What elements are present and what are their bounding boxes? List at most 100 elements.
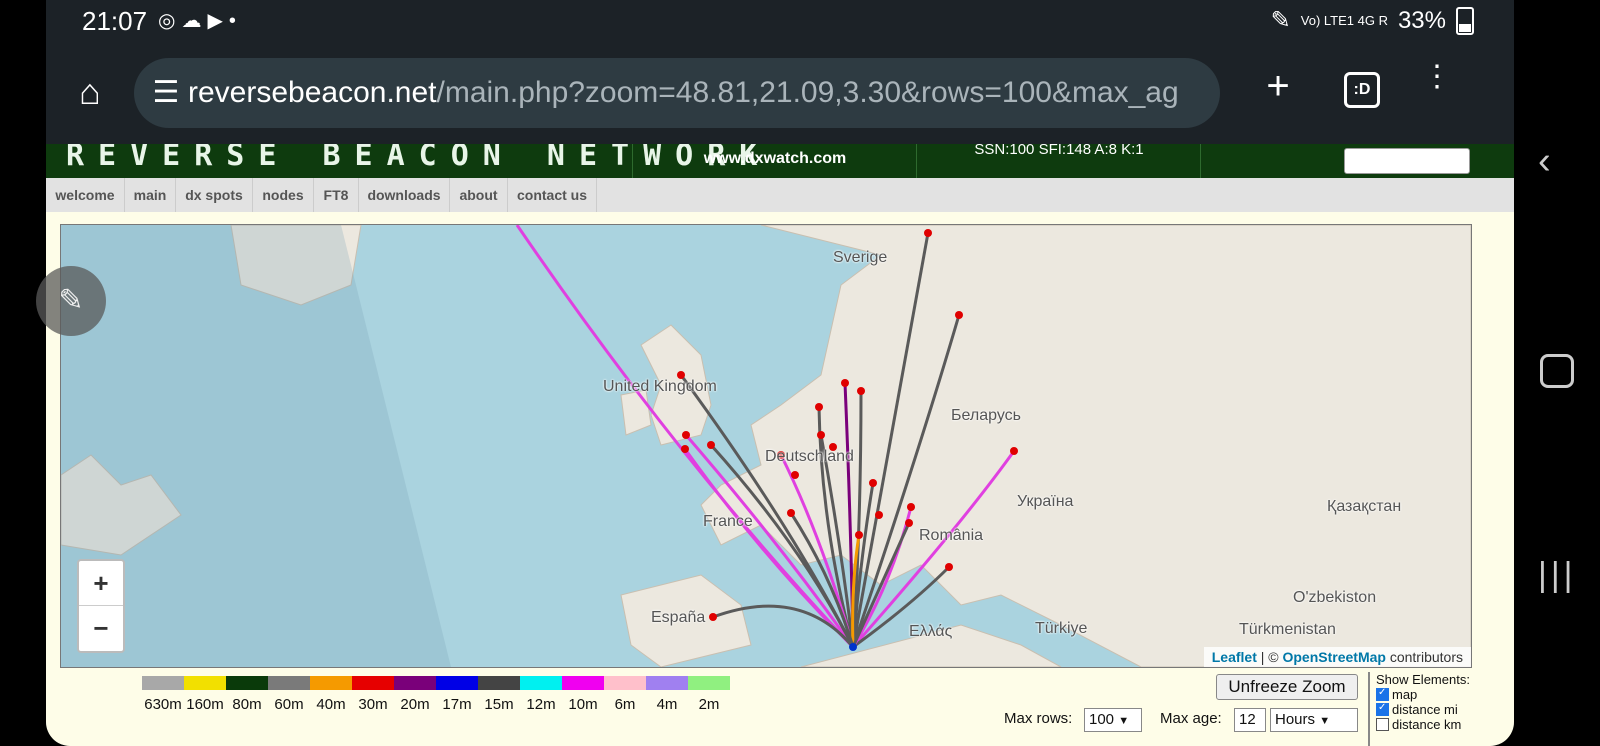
band-label-20m: 20m <box>400 696 430 713</box>
band-label-17m: 17m <box>442 696 472 713</box>
spot-marker[interactable] <box>681 445 689 453</box>
label-sverige: Sverige <box>833 249 888 266</box>
distance-mi-checkbox[interactable] <box>1376 702 1389 716</box>
label-turkmenistan: Türkmenistan <box>1239 621 1336 638</box>
max-age-unit-select[interactable]: Hours ▼ <box>1270 708 1358 732</box>
unfreeze-zoom-button[interactable]: Unfreeze Zoom <box>1216 674 1358 700</box>
home-station-marker[interactable] <box>849 643 857 651</box>
label-belarus: Беларусь <box>951 407 1021 424</box>
band-swatch-60m <box>268 676 310 690</box>
spots-map[interactable]: Sverige United Kingdom Беларусь Deutschl… <box>60 224 1472 668</box>
nav-welcome[interactable]: welcome <box>46 178 125 212</box>
banner-search-input[interactable] <box>1344 148 1470 174</box>
map-checkbox[interactable] <box>1376 687 1389 701</box>
spot-marker[interactable] <box>682 431 690 439</box>
youtube-icon: ▶ <box>207 10 229 32</box>
zoom-out-button[interactable]: − <box>79 606 123 650</box>
map-canvas[interactable] <box>61 225 1471 667</box>
spot-marker[interactable] <box>905 519 913 527</box>
home-button[interactable]: ⌂ <box>68 70 112 114</box>
band-label-10m: 10m <box>568 696 598 713</box>
tab-switcher-button[interactable]: :D <box>1344 72 1380 108</box>
status-bar: 21:07 ◎☁▶• ✎ Vo) LTE1 4G R 33% <box>46 0 1514 44</box>
recents-button[interactable]: ||| <box>1538 556 1577 595</box>
spot-marker[interactable] <box>869 479 877 487</box>
spot-marker[interactable] <box>945 563 953 571</box>
band-swatch-10m <box>562 676 604 690</box>
label-espana: España <box>651 609 706 626</box>
home-icon: ⌂ <box>79 71 101 112</box>
band-label-30m: 30m <box>358 696 388 713</box>
leaflet-link[interactable]: Leaflet <box>1212 649 1257 665</box>
spot-marker[interactable] <box>924 229 932 237</box>
spot-marker[interactable] <box>791 471 799 479</box>
label-kazakhstan: Қазақстан <box>1327 498 1402 515</box>
spot-marker[interactable] <box>875 511 883 519</box>
label-uzbekistan: O'zbekiston <box>1293 589 1377 606</box>
band-label-15m: 15m <box>484 696 514 713</box>
spot-marker[interactable] <box>855 531 863 539</box>
max-age-input[interactable]: 12 <box>1234 708 1266 732</box>
pen-icon: ✎ <box>1270 7 1291 34</box>
max-rows-label: Max rows: <box>1004 710 1073 727</box>
back-button[interactable]: ‹ <box>1538 140 1551 183</box>
distance-km-label: distance km <box>1392 717 1462 732</box>
dxwatch-link[interactable]: www.dxwatch.com <box>632 144 917 178</box>
nav-contact-us[interactable]: contact us <box>508 178 597 212</box>
spot-marker[interactable] <box>815 403 823 411</box>
spot-marker[interactable] <box>857 387 865 395</box>
band-swatch-4m <box>646 676 688 690</box>
spot-marker[interactable] <box>955 311 963 319</box>
band-swatch-80m <box>226 676 268 690</box>
site-banner: REVERSE BEACON NETWORK www.dxwatch.com S… <box>46 144 1514 178</box>
spot-marker[interactable] <box>787 509 795 517</box>
spot-marker[interactable] <box>707 441 715 449</box>
band-swatch-40m <box>310 676 352 690</box>
band-label-80m: 80m <box>232 696 262 713</box>
spot-marker[interactable] <box>841 379 849 387</box>
band-swatch-6m <box>604 676 646 690</box>
band-label-4m: 4m <box>656 696 678 713</box>
spot-marker[interactable] <box>817 431 825 439</box>
label-france: France <box>703 513 753 530</box>
attribution-rest: contributors <box>1385 649 1463 665</box>
more-vert-icon: ⋮ <box>1422 60 1452 93</box>
url-domain: reversebeacon.net <box>188 76 437 109</box>
max-rows-select[interactable]: 100 ▼ <box>1084 708 1142 732</box>
url-path: /main.php?zoom=48.81,21.09,3.30&rows=100… <box>436 76 1179 109</box>
band-swatch-30m <box>352 676 394 690</box>
band-label-12m: 12m <box>526 696 556 713</box>
new-tab-button[interactable]: + <box>1256 64 1300 108</box>
address-bar[interactable]: ☰ reversebeacon.net/main.php?zoom=48.81,… <box>134 58 1220 128</box>
label-romania: România <box>919 527 984 544</box>
nav-main[interactable]: main <box>125 178 176 212</box>
osm-link[interactable]: OpenStreetMap <box>1282 649 1385 665</box>
nav-downloads[interactable]: downloads <box>359 178 450 212</box>
max-age-unit-value: Hours <box>1275 711 1316 728</box>
band-swatch-160m <box>184 676 226 690</box>
url-text[interactable]: reversebeacon.net/main.php?zoom=48.81,21… <box>188 58 1212 128</box>
browser-menu-button[interactable]: ⋮ <box>1422 62 1452 110</box>
home-nav-button[interactable] <box>1540 354 1574 388</box>
spot-marker[interactable] <box>907 503 915 511</box>
cloud-icon: ☁ <box>181 10 208 32</box>
show-elements-panel: Show Elements: map distance mi distance … <box>1368 672 1486 746</box>
web-page: REVERSE BEACON NETWORK www.dxwatch.com S… <box>46 144 1514 746</box>
band-swatch-15m <box>478 676 520 690</box>
show-elements-title: Show Elements: <box>1376 672 1470 687</box>
nav-about[interactable]: about <box>450 178 508 212</box>
phone-screen: 21:07 ◎☁▶• ✎ Vo) LTE1 4G R 33% ⌂ ☰ rever… <box>46 0 1514 746</box>
land-ireland <box>620 389 652 436</box>
band-swatch-12m <box>520 676 562 690</box>
edit-floating-button[interactable]: ✎ <box>36 266 106 336</box>
label-ukraine: Україна <box>1017 493 1074 510</box>
site-settings-icon[interactable]: ☰ <box>146 58 186 128</box>
band-label-160m: 160m <box>186 696 224 713</box>
nav-ft8[interactable]: FT8 <box>314 178 359 212</box>
spot-marker[interactable] <box>709 613 717 621</box>
spot-marker[interactable] <box>1010 447 1018 455</box>
distance-km-checkbox[interactable] <box>1376 718 1389 731</box>
zoom-in-button[interactable]: + <box>79 561 123 606</box>
nav-dx-spots[interactable]: dx spots <box>176 178 253 212</box>
nav-nodes[interactable]: nodes <box>253 178 314 212</box>
